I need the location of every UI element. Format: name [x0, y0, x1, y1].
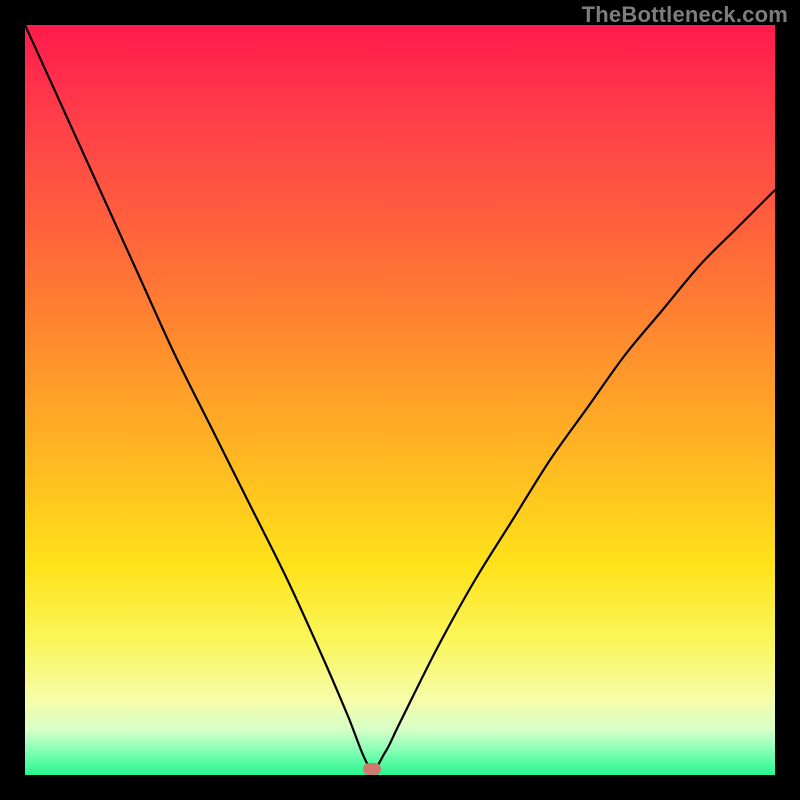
chart-frame: TheBottleneck.com — [0, 0, 800, 800]
bottleneck-curve — [25, 25, 775, 775]
optimal-point-marker — [363, 763, 381, 775]
plot-area — [25, 25, 775, 775]
